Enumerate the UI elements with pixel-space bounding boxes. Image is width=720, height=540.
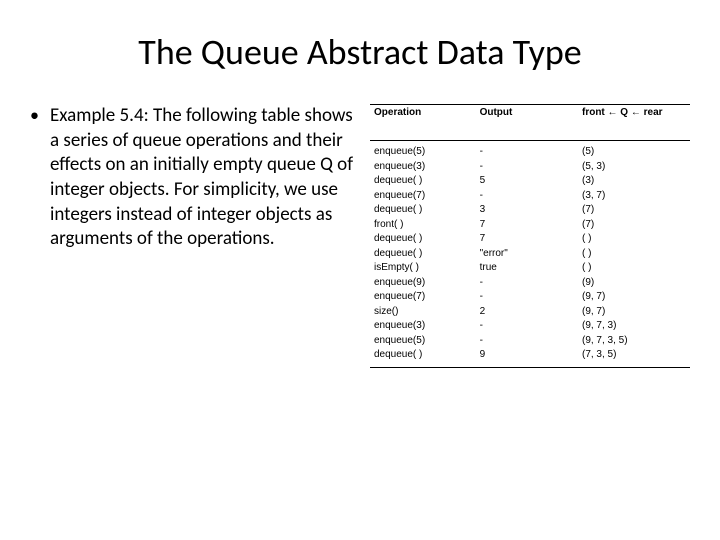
queue-state-value: (9, 7, 3, 5) (582, 334, 690, 349)
output-value: 5 (480, 174, 578, 189)
output-value: - (480, 334, 578, 349)
operation-value: enqueue(3) (374, 319, 476, 334)
output-value: - (480, 290, 578, 305)
queue-state-value: (5, 3) (582, 160, 690, 175)
queue-state-value: (7, 3, 5) (582, 348, 690, 363)
output-value: 7 (480, 232, 578, 247)
operation-cells: enqueue(5)enqueue(3)dequeue( )enqueue(7)… (370, 141, 476, 368)
bullet-dot-icon: • (30, 104, 50, 252)
header-operation: Operation (370, 105, 476, 141)
bullet-text: Example 5.4: The following table shows a… (50, 104, 360, 252)
operation-value: front( ) (374, 218, 476, 233)
queue-state-value: (5) (582, 145, 690, 160)
operation-value: enqueue(3) (374, 160, 476, 175)
operation-value: isEmpty( ) (374, 261, 476, 276)
operation-value: enqueue(7) (374, 290, 476, 305)
output-cells: --5-377"error"true--2--9 (476, 141, 578, 368)
queue-cells: (5)(5, 3)(3)(3, 7)(7)(7)( )( )( )(9)(9, … (578, 141, 690, 368)
left-column: • Example 5.4: The following table shows… (30, 104, 370, 252)
table-body-row: enqueue(5)enqueue(3)dequeue( )enqueue(7)… (370, 141, 690, 368)
output-value: 3 (480, 203, 578, 218)
output-value: "error" (480, 247, 578, 262)
queue-state-value: ( ) (582, 232, 690, 247)
output-value: 7 (480, 218, 578, 233)
slide-body: • Example 5.4: The following table shows… (30, 104, 690, 368)
header-queue: front ← Q ← rear (578, 105, 690, 141)
output-value: - (480, 189, 578, 204)
queue-state-value: (9, 7, 3) (582, 319, 690, 334)
output-value: true (480, 261, 578, 276)
operation-value: enqueue(5) (374, 145, 476, 160)
output-value: - (480, 319, 578, 334)
output-value: 9 (480, 348, 578, 363)
page-title: The Queue Abstract Data Type (30, 30, 690, 74)
right-column: Operation Output front ← Q ← rear enqueu… (370, 104, 690, 368)
operation-value: dequeue( ) (374, 174, 476, 189)
operation-value: size() (374, 305, 476, 320)
operation-value: dequeue( ) (374, 203, 476, 218)
operation-value: dequeue( ) (374, 348, 476, 363)
queue-state-value: ( ) (582, 261, 690, 276)
slide: The Queue Abstract Data Type • Example 5… (0, 0, 720, 540)
queue-state-value: ( ) (582, 247, 690, 262)
queue-state-value: (3, 7) (582, 189, 690, 204)
queue-state-value: (7) (582, 203, 690, 218)
output-value: - (480, 160, 578, 175)
header-output: Output (476, 105, 578, 141)
output-value: - (480, 276, 578, 291)
queue-state-value: (9, 7) (582, 305, 690, 320)
operation-value: enqueue(5) (374, 334, 476, 349)
output-value: - (480, 145, 578, 160)
bullet-item: • Example 5.4: The following table shows… (30, 104, 360, 252)
operation-value: enqueue(9) (374, 276, 476, 291)
output-value: 2 (480, 305, 578, 320)
operation-value: enqueue(7) (374, 189, 476, 204)
operation-value: dequeue( ) (374, 247, 476, 262)
queue-state-value: (9) (582, 276, 690, 291)
queue-state-value: (9, 7) (582, 290, 690, 305)
queue-state-value: (7) (582, 218, 690, 233)
queue-operations-table: Operation Output front ← Q ← rear enqueu… (370, 104, 690, 368)
table-header-row: Operation Output front ← Q ← rear (370, 105, 690, 141)
queue-state-value: (3) (582, 174, 690, 189)
operation-value: dequeue( ) (374, 232, 476, 247)
